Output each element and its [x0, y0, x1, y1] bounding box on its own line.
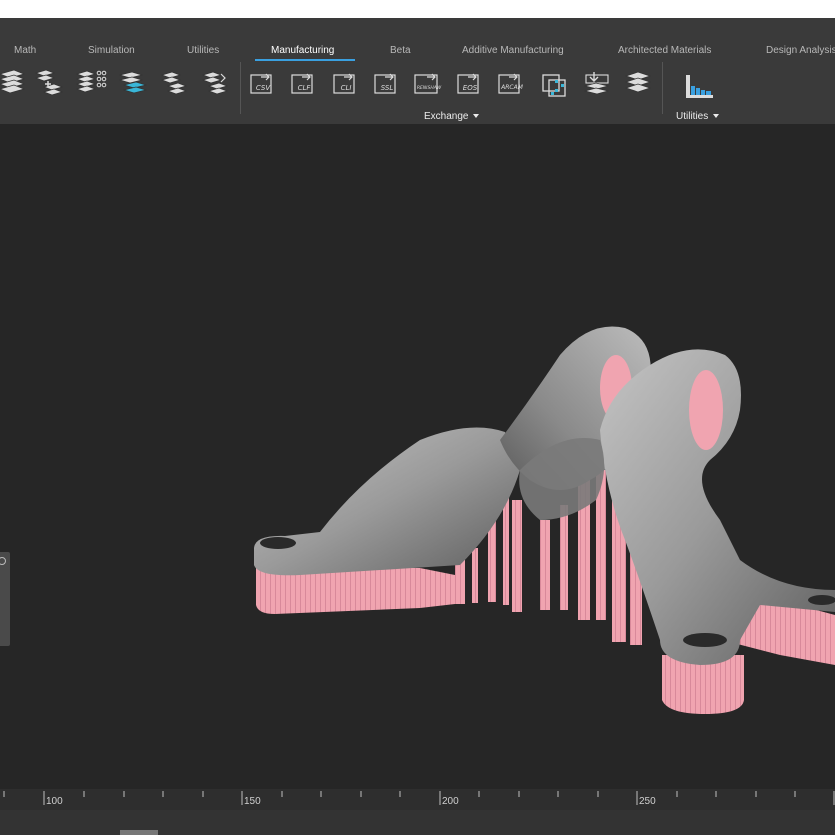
scroll-handle[interactable]	[120, 830, 158, 835]
import-slices-icon[interactable]	[582, 70, 612, 98]
slice-points-icon[interactable]	[75, 68, 109, 98]
bracket-model-scene	[254, 326, 835, 714]
tab-architected-materials[interactable]: Architected Materials	[618, 45, 711, 56]
svg-text:CLF: CLF	[298, 84, 312, 92]
ribbon-separator	[662, 62, 663, 114]
svg-text:RENISHAW: RENISHAW	[417, 85, 442, 91]
export-cli-icon[interactable]: CLI	[332, 70, 362, 96]
slice-stack-icon[interactable]	[0, 68, 26, 96]
app-window: Math Simulation Utilities Manufacturing …	[0, 0, 835, 835]
ribbon-separator	[240, 62, 241, 114]
tab-manufacturing[interactable]: Manufacturing	[271, 45, 334, 56]
tab-additive-manufacturing[interactable]: Additive Manufacturing	[462, 45, 564, 56]
layers-icon[interactable]	[624, 70, 654, 98]
bolt-hole-left	[260, 537, 296, 549]
tab-utilities[interactable]: Utilities	[187, 45, 219, 56]
status-bar	[0, 810, 835, 835]
ribbon-toolbar: CSV CLF CLI SSL RENISHAW EOS ARCAM Excha…	[0, 62, 835, 124]
tab-simulation[interactable]: Simulation	[88, 45, 135, 56]
svg-text:SSL: SSL	[381, 84, 394, 92]
export-arcam-icon[interactable]: ARCAM	[497, 70, 529, 96]
export-clf-icon[interactable]: CLF	[290, 70, 320, 96]
tab-design-analysis[interactable]: Design Analysis	[766, 45, 835, 56]
side-panel-toggle[interactable]	[0, 552, 10, 646]
svg-text:EOS: EOS	[463, 84, 478, 92]
tab-math[interactable]: Math	[14, 45, 36, 56]
export-renishaw-icon[interactable]: RENISHAW	[413, 70, 447, 96]
export-ssl-icon[interactable]: SSL	[373, 70, 403, 96]
ribbon-tabs: Math Simulation Utilities Manufacturing …	[0, 42, 835, 62]
3d-viewport[interactable]	[0, 124, 835, 789]
bolt-hole-right	[808, 595, 835, 605]
bolt-hole-foot	[683, 633, 727, 647]
utilities-group-label: Utilities	[676, 111, 709, 122]
export-3d-icon[interactable]	[540, 70, 570, 98]
active-tab-indicator	[255, 59, 355, 61]
title-strip	[0, 18, 835, 42]
export-eos-icon[interactable]: EOS	[456, 70, 486, 96]
slice-merge-icon[interactable]	[201, 70, 231, 98]
export-csv-icon[interactable]: CSV	[249, 70, 279, 96]
slice-add-icon[interactable]	[34, 68, 64, 98]
slice-highlight-icon[interactable]	[118, 70, 148, 98]
ruler-label: 150	[244, 796, 261, 807]
ruler-ticks	[3, 791, 835, 805]
horizontal-ruler: 100 150 200 250	[0, 789, 835, 810]
svg-text:CSV: CSV	[256, 84, 271, 92]
utilities-group-dropdown[interactable]: Utilities	[676, 111, 720, 122]
chevron-down-icon	[473, 114, 480, 119]
bar-histogram-icon[interactable]	[683, 72, 715, 100]
window-top-edge	[0, 0, 835, 18]
svg-text:ARCAM: ARCAM	[500, 84, 524, 91]
ruler-label: 250	[639, 796, 656, 807]
svg-text:CLI: CLI	[341, 84, 352, 92]
circle-icon	[0, 557, 6, 565]
exchange-group-dropdown[interactable]: Exchange	[424, 111, 480, 122]
front-arm-hole	[689, 370, 723, 450]
tab-beta[interactable]: Beta	[390, 45, 411, 56]
ruler-label: 100	[46, 796, 63, 807]
bracket-left-flange	[254, 427, 520, 576]
exchange-group-label: Exchange	[424, 111, 469, 122]
slice-layers-icon[interactable]	[160, 70, 190, 98]
ruler-label: 200	[442, 796, 459, 807]
chevron-down-icon	[713, 114, 720, 119]
